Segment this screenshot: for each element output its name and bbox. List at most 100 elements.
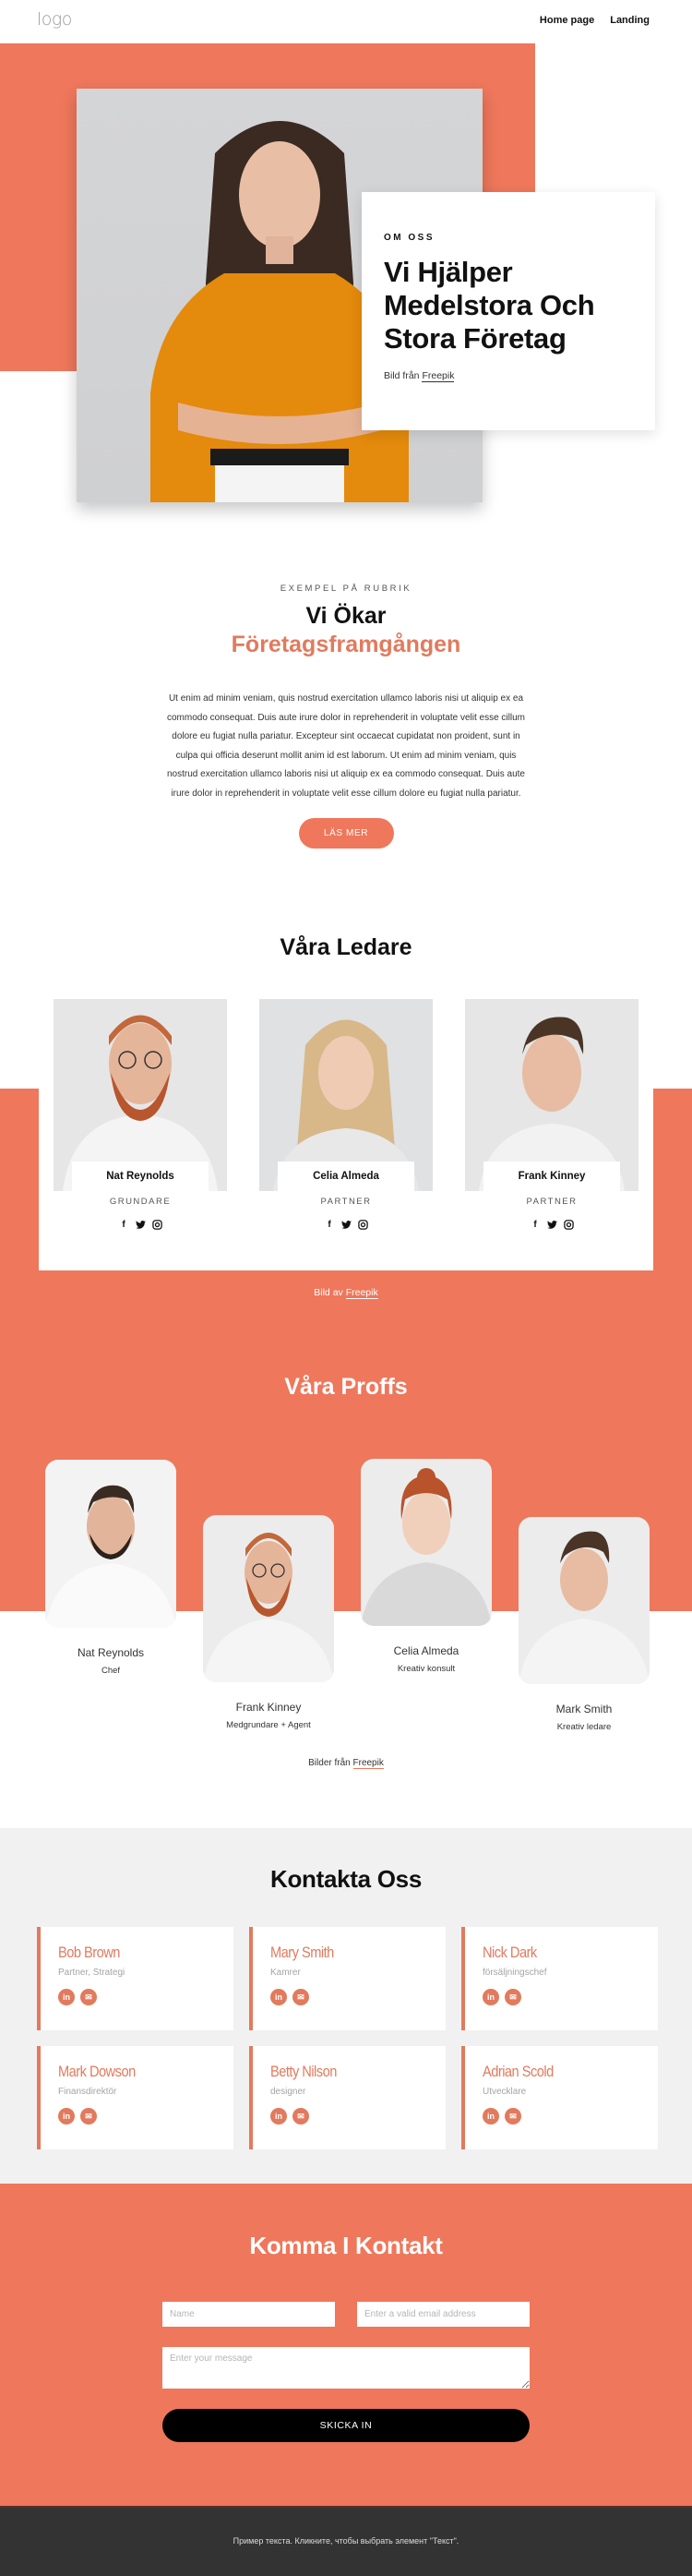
intro-eyebrow: EXEMPEL PÅ RUBRIK [280,584,412,594]
contact-form-section: Komma I Kontakt SKICKA IN [0,2184,692,2506]
leader-social-links: f [465,1219,638,1230]
logo[interactable]: logo [37,9,72,30]
leader-role: GRUNDARE [109,1197,172,1207]
contact-title: Kontakta Oss [269,1865,422,1893]
instagram-icon[interactable] [563,1219,574,1230]
email-icon[interactable]: ✉ [505,1989,521,2005]
contact-role: Utvecklare [483,2087,527,2097]
contact-role: Partner, Strategi [58,1968,125,1978]
hero-image-credit: Bild från Freepik [384,370,633,382]
leader-role: PARTNER [320,1197,372,1207]
contact-links: in ✉ [270,1989,446,2005]
twitter-icon[interactable] [340,1219,352,1230]
pro-role: Medgrundare + Agent [226,1720,311,1730]
pro-name: Frank Kinney [235,1701,302,1714]
contact-card: Adrian Scold Utvecklare in ✉ [461,2046,658,2149]
linkedin-icon[interactable]: in [270,1989,287,2005]
linkedin-icon[interactable]: in [58,2108,75,2125]
contact-name: Bob Brown [58,1944,120,1961]
pro-role: Chef [101,1666,121,1676]
contact-links: in ✉ [58,2108,233,2125]
pro-photo [519,1517,650,1684]
hero-title: Vi Hjälper Medelstora Och Stora Företag [384,256,595,355]
pro-portrait-image [361,1468,492,1626]
email-input[interactable] [357,2302,530,2327]
contact-card: Mark Dowson Finansdirektör in ✉ [37,2046,233,2149]
contact-card: Nick Dark försäljningschef in ✉ [461,1927,658,2030]
pro-card: Celia Almeda Kreativ konsult [361,1459,492,1674]
leaders-image-credit: Bild av Freepik [0,1287,692,1299]
pro-portrait-image [519,1531,650,1684]
message-textarea[interactable] [162,2347,530,2389]
email-icon[interactable]: ✉ [80,2108,97,2125]
contact-name: Mary Smith [270,1944,334,1961]
contact-links: in ✉ [483,2108,658,2125]
intro-body: Ut enim ad minim veniam, quis nostrud ex… [167,693,525,799]
pro-photo [45,1460,176,1628]
pro-role: Kreativ ledare [556,1722,612,1732]
contact-role: Kamrer [270,1968,301,1978]
email-icon[interactable]: ✉ [505,2108,521,2125]
email-icon[interactable]: ✉ [292,1989,309,2005]
intro-section: EXEMPEL PÅ RUBRIK Vi Ökar Företagsframgå… [0,584,692,849]
credit-prefix: Bild av [314,1287,343,1298]
pro-name: Celia Almeda [393,1644,459,1657]
instagram-icon[interactable] [151,1219,162,1230]
facebook-icon[interactable]: f [530,1219,541,1230]
contact-card: Betty Nilson designer in ✉ [249,2046,446,2149]
pros-title-wrap: Våra Proffs [0,1374,692,1401]
pros-image-credit: Bilder från Freepik [0,1758,692,1769]
leader-card: Celia Almeda PARTNER f [259,999,433,1230]
form-title: Komma I Kontakt [249,2232,443,2259]
freepik-link[interactable]: Freepik [352,1758,384,1769]
read-more-button[interactable]: LÄS MER [298,818,394,849]
leader-social-links: f [259,1219,433,1230]
linkedin-icon[interactable]: in [483,1989,499,2005]
pro-portrait-image [203,1533,334,1682]
freepik-link[interactable]: Freepik [422,370,455,382]
contact-name: Nick Dark [483,1944,537,1961]
pros-title: Våra Proffs [284,1374,408,1400]
intro-title-accent: Företagsframgången [231,632,461,657]
email-icon[interactable]: ✉ [292,2108,309,2125]
contact-name: Betty Nilson [270,2063,337,2080]
instagram-icon[interactable] [357,1219,368,1230]
leader-role: PARTNER [526,1197,578,1207]
hero-card: OM OSS Vi Hjälper Medelstora Och Stora F… [362,192,655,430]
twitter-icon[interactable] [546,1219,557,1230]
leader-social-links: f [54,1219,227,1230]
credit-prefix: Bilder från [308,1758,351,1768]
pro-name: Nat Reynolds [77,1646,145,1659]
pro-card: Mark Smith Kreativ ledare [519,1517,650,1732]
linkedin-icon[interactable]: in [270,2108,287,2125]
submit-button[interactable]: SKICKA IN [162,2409,530,2442]
linkedin-icon[interactable]: in [483,2108,499,2125]
nav-home-page[interactable]: Home page [540,15,594,26]
freepik-link[interactable]: Freepik [345,1287,378,1299]
name-input[interactable] [162,2302,335,2327]
pro-card: Frank Kinney Medgrundare + Agent [203,1515,334,1730]
leader-name: Celia Almeda [278,1162,414,1195]
pro-name: Mark Smith [555,1703,613,1715]
email-icon[interactable]: ✉ [80,1989,97,2005]
contact-name: Adrian Scold [483,2063,554,2080]
contact-links: in ✉ [483,1989,658,2005]
contact-role: designer [270,2087,306,2097]
linkedin-icon[interactable]: in [58,1989,75,2005]
twitter-icon[interactable] [135,1219,146,1230]
facebook-icon[interactable]: f [324,1219,335,1230]
main-nav: Home page Landing [540,15,650,26]
footer: Пример текста. Кликните, чтобы выбрать э… [0,2506,692,2576]
leaders-title: Våra Ledare [280,934,412,960]
contact-section: Kontakta Oss Bob Brown Partner, Strategi… [0,1828,692,2184]
credit-prefix: Bild från [384,370,420,381]
facebook-icon[interactable]: f [118,1219,129,1230]
footer-text: Пример текста. Кликните, чтобы выбрать э… [233,2536,459,2546]
hero-eyebrow: OM OSS [384,233,435,243]
pro-photo [203,1515,334,1682]
leader-card: Frank Kinney PARTNER f [465,999,638,1230]
nav-landing[interactable]: Landing [610,15,650,26]
intro-title: Vi Ökar [305,603,387,629]
pro-photo [361,1459,492,1626]
leader-name: Frank Kinney [483,1162,620,1195]
